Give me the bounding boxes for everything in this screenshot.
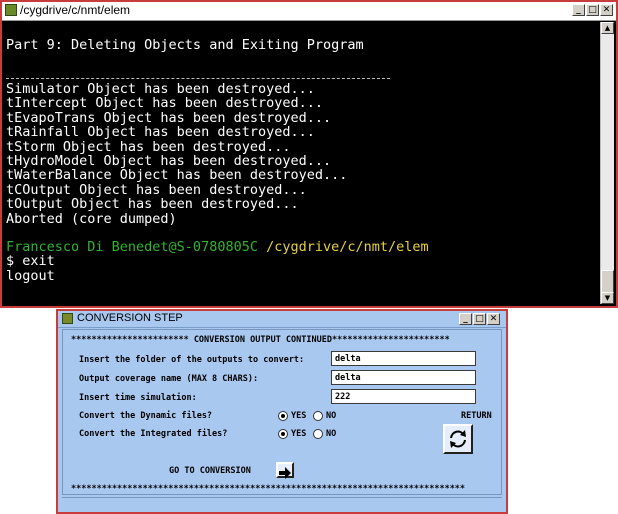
integrated-files-label: Convert the Integrated files? (79, 429, 228, 439)
close-button[interactable]: ✕ (487, 313, 500, 325)
coverage-name-label: Output coverage name (MAX 8 CHARS): (79, 374, 259, 384)
shell-prompt: Francesco Di Benedet@S-0780805C /cygdriv… (6, 240, 429, 254)
minimize-button[interactable]: _ (459, 313, 472, 325)
scroll-up-arrow-icon[interactable]: ▲ (601, 22, 614, 34)
conversion-panel: *********************** CONVERSION OUTPU… (62, 329, 502, 495)
maximize-button[interactable]: □ (586, 4, 599, 16)
close-button[interactable]: ✕ (600, 4, 613, 16)
folder-input[interactable]: delta (331, 351, 476, 366)
dynamic-yes-radio[interactable] (278, 411, 288, 421)
prompt-path: /cygdrive/c/nmt/elem (266, 239, 429, 255)
terminal-screen[interactable]: Part 9: Deleting Objects and Exiting Pro… (4, 22, 602, 304)
dynamic-no-label: NO (326, 411, 337, 421)
output-line: tOutput Object has been destroyed... (6, 196, 299, 213)
dynamic-no-radio[interactable] (313, 411, 323, 421)
output-line: tCOutput Object has been destroyed... (6, 181, 307, 198)
integrated-yes-label: YES (291, 429, 307, 439)
arrow-right-icon (279, 467, 291, 479)
minimize-button[interactable]: _ (572, 4, 585, 16)
output-heading: Part 9: Deleting Objects and Exiting Pro… (6, 37, 364, 53)
folder-label: Insert the folder of the outputs to conv… (79, 355, 305, 365)
app-icon (62, 313, 73, 324)
coverage-name-input[interactable]: delta (331, 370, 476, 385)
maximize-button[interactable]: □ (473, 313, 486, 325)
integrated-no-label: NO (326, 429, 337, 439)
return-button[interactable] (443, 424, 473, 454)
terminal-window: /cygdrive/c/nmt/elem _ □ ✕ Part 9: Delet… (0, 0, 618, 308)
dynamic-files-label: Convert the Dynamic files? (79, 411, 213, 421)
dialog-titlebar[interactable]: CONVERSION STEP _ □ ✕ (58, 311, 506, 328)
output-line: tEvapoTrans Object has been destroyed... (6, 109, 332, 126)
output-line: tIntercept Object has been destroyed... (6, 95, 323, 112)
output-line: tStorm Object has been destroyed... (6, 138, 291, 155)
terminal-titlebar[interactable]: /cygdrive/c/nmt/elem _ □ ✕ (2, 2, 616, 21)
separator-rule (6, 78, 390, 79)
dynamic-yes-label: YES (291, 411, 307, 421)
conversion-step-window: CONVERSION STEP _ □ ✕ ******************… (56, 309, 508, 514)
output-line: tHydroModel Object has been destroyed... (6, 153, 332, 169)
scroll-thumb[interactable] (601, 270, 614, 294)
time-simulation-input[interactable]: 222 (331, 389, 476, 404)
dialog-title: CONVERSION STEP (77, 312, 183, 324)
status-bar (62, 497, 502, 511)
logout-line: logout (6, 267, 55, 284)
output-line: Simulator Object has been destroyed... (6, 81, 315, 97)
panel-header: *********************** CONVERSION OUTPU… (71, 335, 450, 345)
output-line: tWaterBalance Object has been destroyed.… (6, 167, 348, 184)
output-line: Aborted (core dumped) (6, 210, 177, 227)
integrated-yes-radio[interactable] (278, 429, 288, 439)
return-label: RETURN (461, 411, 492, 421)
cygwin-app-icon (5, 4, 17, 16)
output-line: tRainfall Object has been destroyed... (6, 124, 315, 141)
terminal-scrollbar[interactable]: ▲ ▼ (600, 22, 614, 304)
scroll-down-arrow-icon[interactable]: ▼ (601, 292, 614, 304)
go-to-conversion-label: GO TO CONVERSION (169, 466, 251, 476)
terminal-title: /cygdrive/c/nmt/elem (20, 3, 131, 17)
go-to-conversion-button[interactable] (276, 462, 294, 479)
panel-footer: ****************************************… (71, 484, 466, 494)
time-simulation-label: Insert time simulation: (79, 393, 197, 403)
command-line: $ exit (6, 253, 55, 270)
integrated-no-radio[interactable] (313, 429, 323, 439)
refresh-icon (450, 430, 466, 448)
